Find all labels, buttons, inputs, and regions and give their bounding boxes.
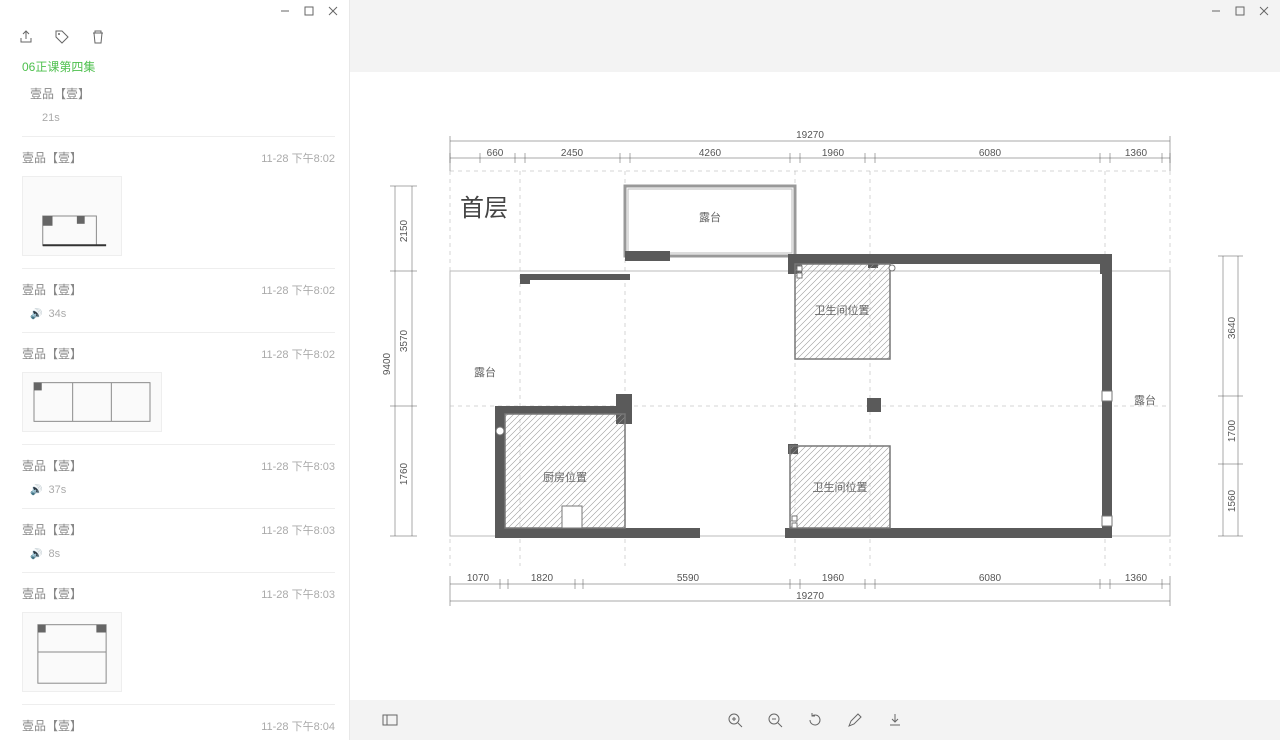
sidebar-window-controls	[0, 0, 349, 22]
trash-icon[interactable]	[90, 29, 106, 45]
minimize-button[interactable]	[273, 1, 297, 21]
message-list[interactable]: 壹品【壹】 21s 壹品【壹】 11-28 下午8:02 壹品【壹】 11	[0, 85, 349, 740]
duration-label: 37s	[48, 484, 66, 496]
viewer-toolbar	[350, 700, 1280, 740]
svg-text:3640: 3640	[1227, 316, 1238, 339]
svg-text:4260: 4260	[699, 148, 722, 159]
zoom-out-button[interactable]	[765, 710, 785, 730]
item-title: 壹品【壹】	[22, 521, 82, 538]
room-label-terrace-left: 露台	[474, 365, 496, 379]
audio-icon: 🔊	[30, 549, 42, 560]
svg-text:1700: 1700	[1227, 419, 1238, 442]
svg-text:1760: 1760	[399, 462, 410, 485]
item-title: 壹品【壹】	[22, 345, 82, 362]
item-title: 壹品【壹】	[22, 85, 90, 102]
svg-text:3570: 3570	[399, 329, 410, 352]
tag-icon[interactable]	[54, 29, 70, 45]
share-icon[interactable]	[18, 29, 34, 45]
duration-label: 21s	[30, 112, 60, 124]
item-time: 11-28 下午8:03	[261, 522, 335, 538]
svg-text:1360: 1360	[1125, 148, 1148, 159]
list-item[interactable]: 壹品【壹】 21s	[22, 85, 335, 137]
item-title: 壹品【壹】	[22, 281, 82, 298]
item-time: 11-28 下午8:03	[261, 458, 335, 474]
audio-icon: 🔊	[30, 485, 42, 496]
list-item[interactable]: 壹品【壹】 11-28 下午8:04 🔊 20s	[22, 705, 335, 740]
item-title: 壹品【壹】	[22, 717, 82, 734]
item-time: 11-28 下午8:03	[261, 586, 335, 602]
maximize-button[interactable]	[297, 1, 321, 21]
image-viewer: 19270	[350, 0, 1280, 740]
zoom-in-button[interactable]	[725, 710, 745, 730]
svg-text:1960: 1960	[822, 573, 845, 584]
rotate-button[interactable]	[805, 710, 825, 730]
room-label-bath1: 卫生间位置	[815, 303, 870, 317]
svg-text:1360: 1360	[1125, 573, 1148, 584]
item-time: 11-28 下午8:02	[261, 346, 335, 362]
item-time: 11-28 下午8:02	[261, 282, 335, 298]
svg-text:1960: 1960	[822, 148, 845, 159]
svg-text:9400: 9400	[382, 352, 393, 375]
list-item[interactable]: 壹品【壹】 11-28 下午8:02	[22, 333, 335, 445]
list-item[interactable]: 壹品【壹】 11-28 下午8:02 🔊 34s	[22, 269, 335, 333]
room-label-terrace-right: 露台	[1134, 393, 1156, 407]
svg-text:5590: 5590	[677, 573, 700, 584]
svg-text:1820: 1820	[531, 573, 554, 584]
room-label-bath2: 卫生间位置	[813, 480, 868, 494]
list-item[interactable]: 壹品【壹】 11-28 下午8:03 🔊 37s	[22, 445, 335, 509]
svg-text:2150: 2150	[399, 219, 410, 242]
room-label-kitchen: 厨房位置	[543, 470, 587, 484]
svg-text:1070: 1070	[467, 573, 490, 584]
duration-label: 8s	[48, 548, 60, 560]
svg-text:6080: 6080	[979, 573, 1002, 584]
dim-bottom-total: 19270	[796, 591, 824, 602]
floor-plan-canvas[interactable]: 19270	[350, 72, 1280, 700]
edit-button[interactable]	[845, 710, 865, 730]
item-time: 11-28 下午8:02	[261, 150, 335, 166]
maximize-button[interactable]	[1228, 1, 1252, 21]
dim-top-total: 19270	[796, 130, 824, 141]
thumbnail[interactable]	[22, 612, 122, 692]
item-title: 壹品【壹】	[22, 149, 82, 166]
close-button[interactable]	[321, 1, 345, 21]
item-title: 壹品【壹】	[22, 457, 82, 474]
thumbnail[interactable]	[22, 176, 122, 256]
duration-label: 34s	[48, 308, 66, 320]
close-button[interactable]	[1252, 1, 1276, 21]
collapse-sidebar-button[interactable]	[380, 710, 400, 730]
list-item[interactable]: 壹品【壹】 11-28 下午8:03 🔊 8s	[22, 509, 335, 573]
sidebar-toolbar	[0, 22, 349, 52]
minimize-button[interactable]	[1204, 1, 1228, 21]
list-item[interactable]: 壹品【壹】 11-28 下午8:02	[22, 137, 335, 269]
list-item[interactable]: 壹品【壹】 11-28 下午8:03	[22, 573, 335, 705]
thumbnail[interactable]	[22, 372, 162, 432]
svg-text:6080: 6080	[979, 148, 1002, 159]
svg-text:660: 660	[487, 148, 504, 159]
plan-title: 首层	[460, 195, 508, 222]
sidebar: 06正课第四集 壹品【壹】 21s 壹品【壹】 11-28 下午8:02	[0, 0, 350, 740]
download-button[interactable]	[885, 710, 905, 730]
item-title: 壹品【壹】	[22, 585, 82, 602]
item-time: 11-28 下午8:04	[261, 718, 335, 734]
svg-text:1560: 1560	[1227, 489, 1238, 512]
audio-icon: 🔊	[30, 309, 42, 320]
room-label-terrace-top: 露台	[699, 210, 721, 224]
sidebar-title: 06正课第四集	[0, 52, 349, 85]
viewer-window-controls	[350, 0, 1280, 22]
svg-text:2450: 2450	[561, 148, 584, 159]
